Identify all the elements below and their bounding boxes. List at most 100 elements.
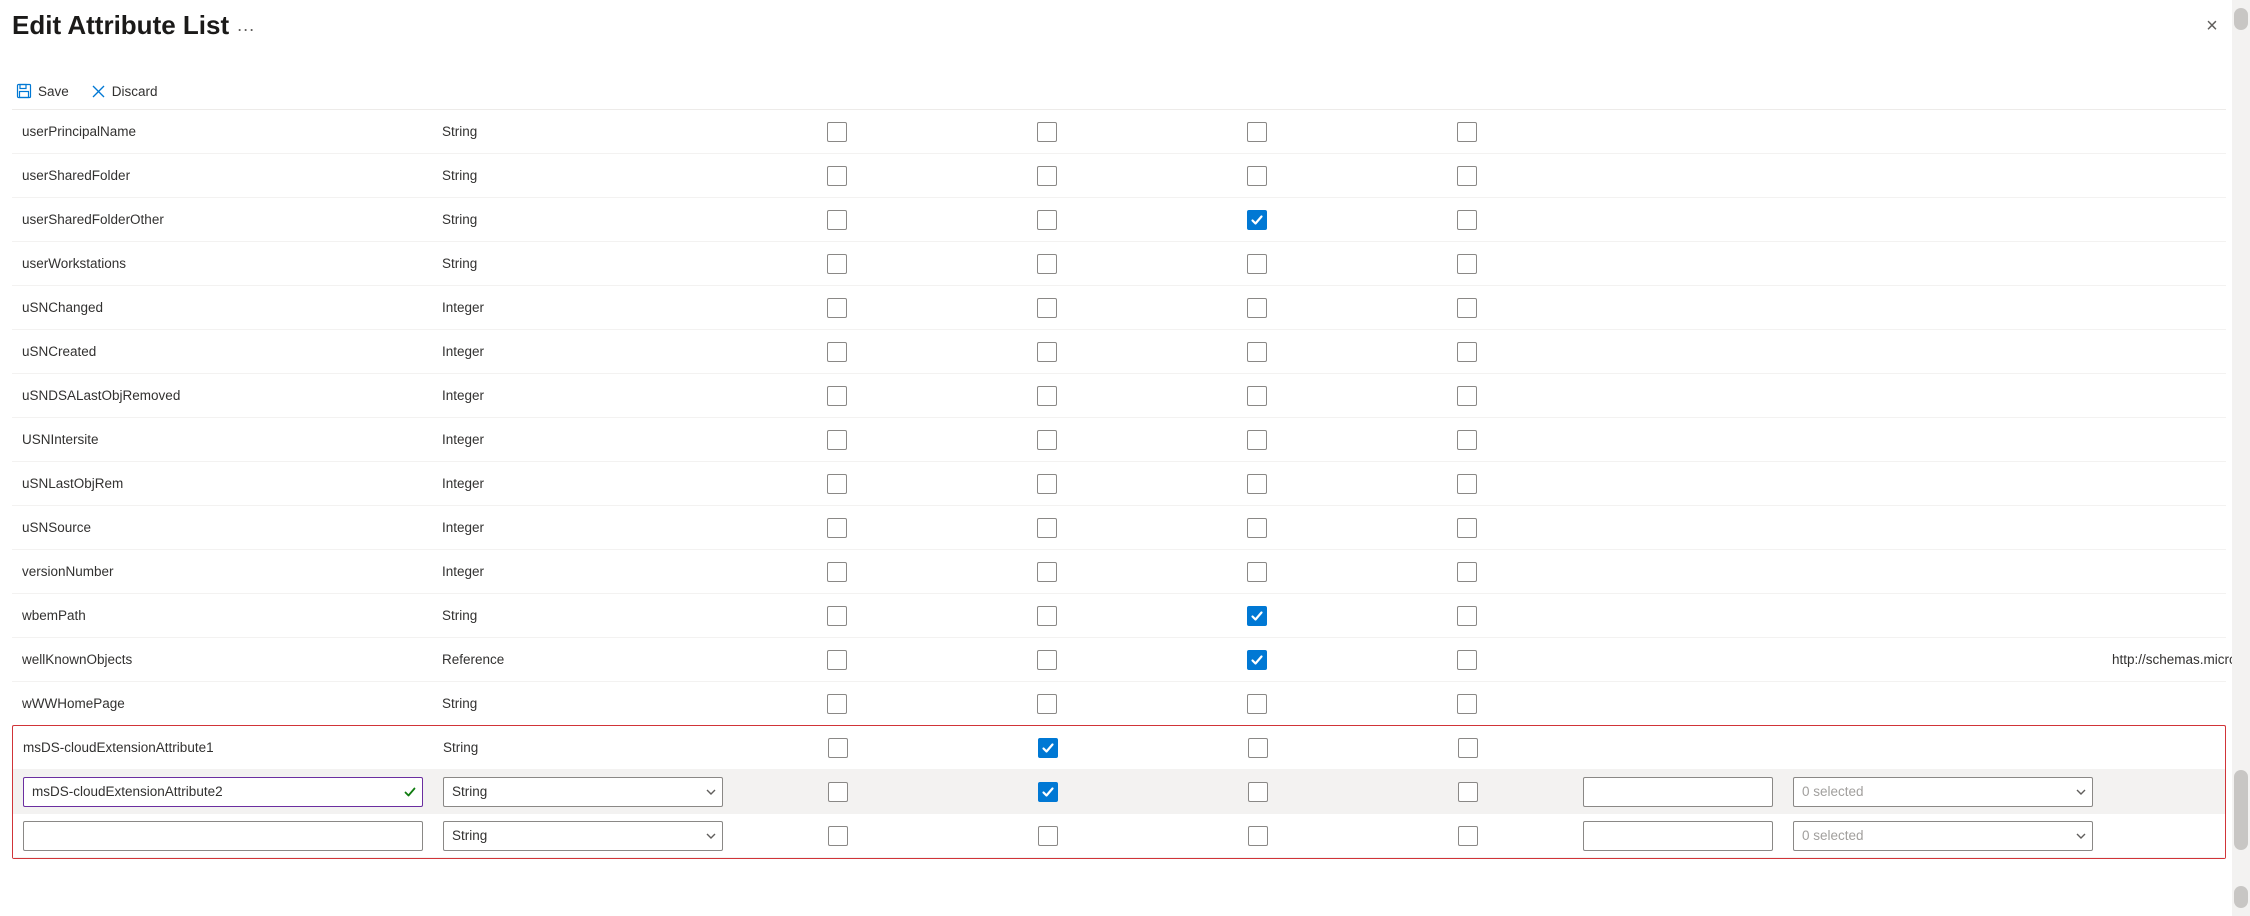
checkbox[interactable]	[1037, 474, 1057, 494]
checkbox[interactable]	[1247, 298, 1267, 318]
checkbox[interactable]	[1457, 606, 1477, 626]
table-row[interactable]: uSNLastObjRemInteger	[12, 462, 2226, 506]
checkbox[interactable]	[1037, 650, 1057, 670]
checkbox[interactable]	[1247, 166, 1267, 186]
checkbox[interactable]	[1037, 386, 1057, 406]
overflow-menu-icon[interactable]: ...	[237, 15, 255, 36]
checkbox[interactable]	[1457, 254, 1477, 274]
attribute-name-input[interactable]	[23, 821, 423, 851]
checkbox[interactable]	[1457, 518, 1477, 538]
checkbox[interactable]	[827, 342, 847, 362]
checkbox[interactable]	[1458, 826, 1478, 846]
checkbox[interactable]	[827, 210, 847, 230]
checkbox[interactable]	[1038, 782, 1058, 802]
scrollbar-up-button[interactable]	[2234, 8, 2248, 30]
checkbox[interactable]	[1248, 826, 1268, 846]
table-row[interactable]: userSharedFolderString	[12, 154, 2226, 198]
checkbox[interactable]	[827, 562, 847, 582]
checkbox[interactable]	[1247, 606, 1267, 626]
checkbox[interactable]	[1037, 122, 1057, 142]
checkbox[interactable]	[827, 386, 847, 406]
checkbox[interactable]	[827, 254, 847, 274]
checkbox[interactable]	[1457, 210, 1477, 230]
table-row[interactable]: uSNDSALastObjRemovedInteger	[12, 374, 2226, 418]
table-row[interactable]: userPrincipalNameString	[12, 110, 2226, 154]
extra-input[interactable]	[1583, 777, 1773, 807]
scrollbar-down-button[interactable]	[2234, 886, 2248, 908]
checkbox[interactable]	[1247, 694, 1267, 714]
checkbox[interactable]	[828, 738, 848, 758]
checkbox[interactable]	[827, 430, 847, 450]
table-row-new[interactable]: String 0 selected	[13, 814, 2225, 858]
checkbox[interactable]	[827, 122, 847, 142]
table-row[interactable]: wellKnownObjectsReferencehttp://schemas.…	[12, 638, 2226, 682]
checkbox[interactable]	[1247, 386, 1267, 406]
scrollbar-track[interactable]	[2232, 0, 2250, 916]
attribute-name-input[interactable]: msDS-cloudExtensionAttribute2	[23, 777, 423, 807]
checkbox[interactable]	[827, 518, 847, 538]
checkbox[interactable]	[827, 694, 847, 714]
checkbox[interactable]	[1248, 738, 1268, 758]
selected-count-select[interactable]: 0 selected	[1793, 777, 2093, 807]
checkbox[interactable]	[1038, 826, 1058, 846]
checkbox[interactable]	[828, 782, 848, 802]
checkbox[interactable]	[1247, 650, 1267, 670]
checkbox[interactable]	[827, 606, 847, 626]
close-icon[interactable]: ×	[2198, 12, 2226, 40]
checkbox[interactable]	[1247, 342, 1267, 362]
checkbox[interactable]	[1037, 298, 1057, 318]
checkbox[interactable]	[1457, 122, 1477, 142]
selected-count-select[interactable]: 0 selected	[1793, 821, 2093, 851]
checkbox[interactable]	[827, 166, 847, 186]
table-row[interactable]: versionNumberInteger	[12, 550, 2226, 594]
checkbox[interactable]	[1038, 738, 1058, 758]
checkbox[interactable]	[827, 650, 847, 670]
checkbox[interactable]	[1248, 782, 1268, 802]
checkbox[interactable]	[1457, 562, 1477, 582]
checkbox[interactable]	[1457, 430, 1477, 450]
attribute-type-select[interactable]: String	[443, 777, 723, 807]
checkbox[interactable]	[827, 298, 847, 318]
extra-input[interactable]	[1583, 821, 1773, 851]
checkbox[interactable]	[1457, 474, 1477, 494]
checkbox[interactable]	[1457, 298, 1477, 318]
table-row[interactable]: uSNChangedInteger	[12, 286, 2226, 330]
discard-button[interactable]: Discard	[87, 82, 162, 101]
checkbox[interactable]	[1037, 518, 1057, 538]
table-row[interactable]: wbemPathString	[12, 594, 2226, 638]
checkbox[interactable]	[1247, 474, 1267, 494]
checkbox[interactable]	[1037, 562, 1057, 582]
checkbox[interactable]	[1457, 166, 1477, 186]
scrollbar-thumb[interactable]	[2234, 770, 2248, 850]
table-row[interactable]: uSNSourceInteger	[12, 506, 2226, 550]
table-row[interactable]: msDS-cloudExtensionAttribute1String	[13, 726, 2225, 770]
checkbox[interactable]	[1037, 342, 1057, 362]
checkbox[interactable]	[1037, 210, 1057, 230]
checkbox[interactable]	[1247, 518, 1267, 538]
checkbox[interactable]	[827, 474, 847, 494]
checkbox[interactable]	[1037, 430, 1057, 450]
checkbox[interactable]	[1457, 386, 1477, 406]
checkbox[interactable]	[1458, 738, 1478, 758]
table-row[interactable]: userWorkstationsString	[12, 242, 2226, 286]
checkbox[interactable]	[1037, 254, 1057, 274]
checkbox[interactable]	[1457, 342, 1477, 362]
table-row-editing[interactable]: msDS-cloudExtensionAttribute2 String 0 sel…	[13, 770, 2225, 814]
checkbox[interactable]	[1247, 122, 1267, 142]
table-row[interactable]: USNIntersiteInteger	[12, 418, 2226, 462]
table-row[interactable]: uSNCreatedInteger	[12, 330, 2226, 374]
checkbox[interactable]	[1037, 166, 1057, 186]
checkbox[interactable]	[1037, 694, 1057, 714]
checkbox[interactable]	[1247, 430, 1267, 450]
checkbox[interactable]	[1247, 562, 1267, 582]
attribute-type-select[interactable]: String	[443, 821, 723, 851]
checkbox[interactable]	[828, 826, 848, 846]
checkbox[interactable]	[1247, 210, 1267, 230]
table-row[interactable]: wWWHomePageString	[12, 682, 2226, 726]
checkbox[interactable]	[1247, 254, 1267, 274]
save-button[interactable]: Save	[12, 81, 73, 101]
checkbox[interactable]	[1037, 606, 1057, 626]
checkbox[interactable]	[1458, 782, 1478, 802]
table-row[interactable]: userSharedFolderOtherString	[12, 198, 2226, 242]
checkbox[interactable]	[1457, 650, 1477, 670]
